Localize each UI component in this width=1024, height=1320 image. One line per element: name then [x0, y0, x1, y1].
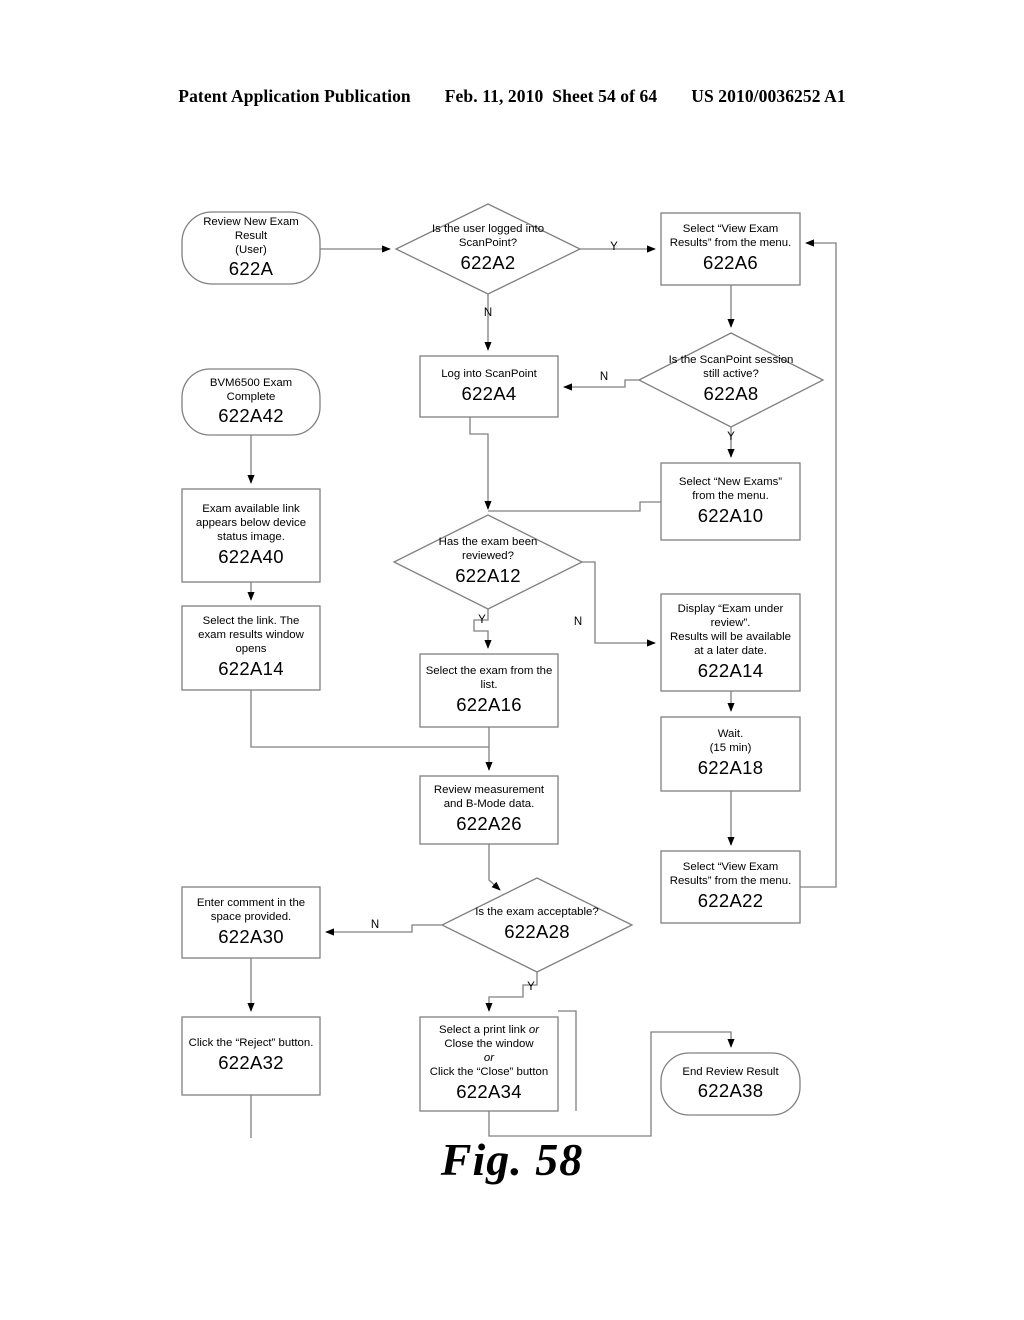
- node-622A42: BVM6500 Exam Complete 622A42: [182, 369, 320, 435]
- node-622A32-text: Click the “Reject” button.: [188, 1037, 314, 1050]
- node-622A26-text: Review measurement and B-Mode data.: [433, 784, 545, 811]
- node-622A38: End Review Result 622A38: [661, 1053, 800, 1115]
- flowchart-diagram: Review New Exam Result (User) 622A Is th…: [0, 0, 1024, 1320]
- node-622A4-ref: 622A4: [461, 382, 517, 404]
- node-622A4-text: Log into ScanPoint: [441, 367, 537, 380]
- edge-622A28-to-622A30: [325, 924, 442, 936]
- node-622A6-text: Select “View Exam Results” from the menu…: [669, 223, 792, 250]
- edge-label-622A2-yes: Y: [610, 241, 618, 253]
- node-622A18-ref: 622A18: [697, 757, 764, 779]
- node-622A14-left-ref: 622A14: [218, 658, 284, 680]
- edge-label-622A28-yes: Y: [527, 981, 535, 993]
- node-622A10-text: Select “New Exams” from the menu.: [678, 475, 783, 502]
- figure-caption: Fig. 58: [440, 1134, 584, 1185]
- node-622A12: Has the exam been reviewed? 622A12: [394, 515, 582, 609]
- node-622A2-text: Is the user logged into ScanPoint?: [431, 223, 545, 250]
- node-622A4: Log into ScanPoint 622A4: [420, 356, 558, 417]
- node-622A22: Select “View Exam Results” from the menu…: [661, 851, 800, 923]
- node-622A18-text: Wait. (15 min): [709, 728, 752, 755]
- node-622A34: Select a print link or Close the window …: [420, 1017, 558, 1111]
- node-622A8-ref: 622A8: [703, 383, 759, 405]
- node-622A26-ref: 622A26: [456, 813, 522, 835]
- node-622A26: Review measurement and B-Mode data. 622A…: [420, 776, 558, 844]
- node-622A: Review New Exam Result (User) 622A: [182, 212, 320, 284]
- node-622A10: Select “New Exams” from the menu. 622A10: [661, 463, 800, 540]
- node-622A16-text: Select the exam from the list.: [425, 664, 553, 691]
- node-622A30-ref: 622A30: [218, 925, 284, 947]
- node-622A22-text: Select “View Exam Results” from the menu…: [669, 861, 792, 888]
- edge-622A10-to-622A12-path: [488, 501, 661, 512]
- node-622A12-text: Has the exam been reviewed?: [438, 536, 538, 563]
- edge-label-622A8-yes: Y: [727, 431, 735, 443]
- edge-label-622A12-yes: Y: [478, 614, 486, 626]
- node-622A10-ref: 622A10: [697, 504, 764, 526]
- node-622A12-ref: 622A12: [455, 565, 521, 587]
- node-622A42-text: BVM6500 Exam Complete: [209, 376, 293, 403]
- node-622A42-ref: 622A42: [218, 404, 284, 426]
- node-622A6-ref: 622A6: [703, 252, 758, 274]
- edge-label-622A12-no: N: [573, 616, 583, 628]
- node-622A28: Is the exam acceptable? 622A28: [442, 878, 632, 972]
- node-622A40-ref: 622A40: [218, 545, 284, 567]
- node-622A34-ref: 622A34: [456, 1081, 522, 1103]
- node-622A14-right-text: Display “Exam under review”. Results wil…: [670, 602, 791, 657]
- node-622A6: Select “View Exam Results” from the menu…: [661, 213, 800, 285]
- node-622A30: Enter comment in the space provided. 622…: [182, 887, 320, 958]
- node-622A8: Is the ScanPoint session still active? 6…: [639, 333, 823, 427]
- node-622A16-ref: 622A16: [456, 693, 522, 715]
- node-622A22-ref: 622A22: [697, 890, 764, 912]
- node-622A28-ref: 622A28: [504, 921, 570, 943]
- node-622A14-right: Display “Exam under review”. Results wil…: [661, 594, 800, 691]
- edge-622A34-right-rail: [558, 1010, 577, 1111]
- node-622A38-text: End Review Result: [682, 1065, 779, 1078]
- edge-622A12-to-622A14R: [582, 561, 656, 647]
- node-622A38-ref: 622A38: [697, 1079, 764, 1101]
- node-622A-ref: 622A: [228, 257, 274, 279]
- node-622A18: Wait. (15 min) 622A18: [661, 717, 800, 791]
- node-622A14-left: Select the link. The exam results window…: [182, 606, 320, 690]
- node-622A34-text: Select a print link or Close the window …: [429, 1024, 549, 1079]
- edge-label-622A28-no: N: [370, 919, 380, 931]
- node-622A16: Select the exam from the list. 622A16: [420, 654, 558, 727]
- node-622A14-left-text: Select the link. The exam results window…: [198, 615, 304, 656]
- node-622A14-right-ref: 622A14: [697, 659, 764, 681]
- node-622A32-ref: 622A32: [218, 1052, 284, 1074]
- node-622A40-text: Exam available link appears below device…: [195, 502, 307, 543]
- node-622A32: Click the “Reject” button. 622A32: [182, 1017, 320, 1095]
- node-622A30-text: Enter comment in the space provided.: [196, 896, 306, 923]
- node-622A2: Is the user logged into ScanPoint? 622A2: [396, 204, 580, 294]
- node-622A-text: Review New Exam Result (User): [203, 215, 299, 256]
- node-622A28-text: Is the exam acceptable?: [475, 906, 599, 919]
- edge-label-622A2-no: N: [483, 307, 493, 319]
- node-622A8-text: Is the ScanPoint session still active?: [668, 354, 794, 381]
- edge-label-622A8-no: N: [599, 371, 609, 383]
- node-622A40: Exam available link appears below device…: [182, 489, 320, 582]
- node-622A2-ref: 622A2: [460, 252, 516, 274]
- edge-622A4-to-622A12: [469, 417, 492, 510]
